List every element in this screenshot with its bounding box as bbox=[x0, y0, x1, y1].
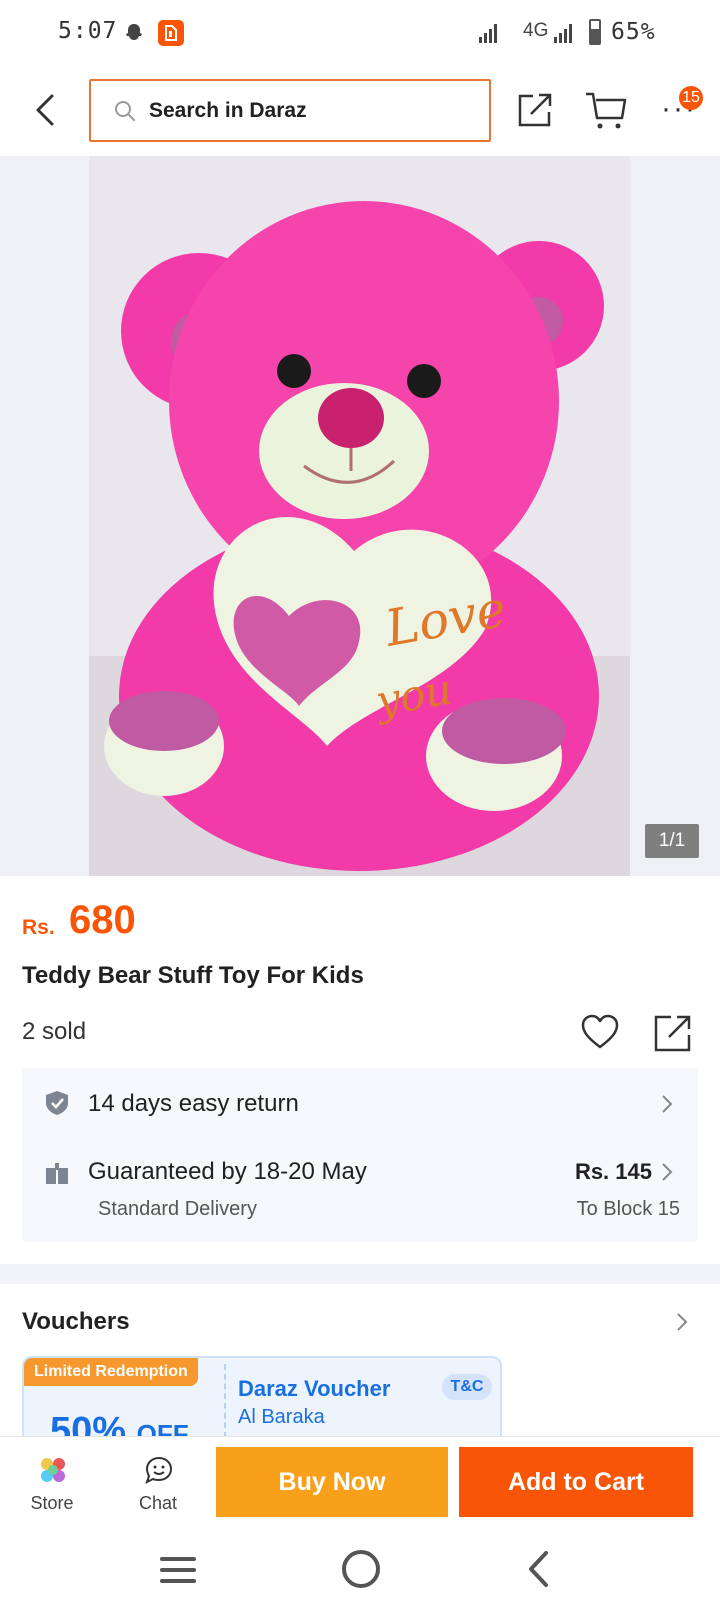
status-bar: 5:07 4G 65% bbox=[0, 0, 720, 66]
chevron-right-icon[interactable] bbox=[676, 1312, 688, 1332]
store-icon bbox=[41, 1458, 65, 1482]
limited-redemption-badge: Limited Redemption bbox=[24, 1358, 198, 1386]
voucher-name: Daraz Voucher bbox=[238, 1376, 391, 1401]
signal-icon bbox=[554, 24, 572, 43]
status-time: 5:07 bbox=[58, 18, 118, 44]
battery-percent: 65% bbox=[611, 19, 656, 45]
chevron-right-icon bbox=[662, 1095, 673, 1113]
system-nav-bar bbox=[0, 1530, 720, 1612]
price-value: 680 bbox=[69, 898, 136, 942]
chat-button[interactable]: Chat bbox=[128, 1449, 188, 1519]
terms-button[interactable]: T&C bbox=[442, 1374, 492, 1400]
vouchers-heading: Vouchers bbox=[22, 1308, 130, 1335]
buy-now-button[interactable]: Buy Now bbox=[216, 1447, 448, 1517]
delivery-guarantee-text: Guaranteed by 18-20 May bbox=[88, 1158, 367, 1185]
delivery-destination: To Block 15 bbox=[576, 1198, 680, 1220]
store-button[interactable]: Store bbox=[22, 1449, 82, 1519]
price-currency: Rs. bbox=[22, 916, 55, 939]
sold-count: 2 sold bbox=[22, 1018, 87, 1045]
battery-icon bbox=[589, 19, 601, 45]
daraz-app-icon bbox=[158, 20, 184, 46]
top-header: Search in Daraz ··· 15 bbox=[0, 66, 720, 156]
delivery-row[interactable]: Guaranteed by 18-20 May Standard Deliver… bbox=[22, 1138, 698, 1242]
product-image: Love you bbox=[89, 156, 630, 876]
share-icon[interactable] bbox=[652, 1012, 694, 1054]
image-counter: 1/1 bbox=[645, 824, 699, 858]
delivery-fee: Rs. 145 bbox=[574, 1159, 652, 1184]
heart-icon[interactable] bbox=[580, 1012, 620, 1052]
search-placeholder: Search in Daraz bbox=[149, 99, 307, 122]
return-policy-row[interactable]: 14 days easy return bbox=[22, 1068, 698, 1138]
product-title: Teddy Bear Stuff Toy For Kids bbox=[22, 962, 364, 989]
voucher-discount-value: 50% bbox=[50, 1410, 127, 1436]
signal-icon bbox=[479, 24, 497, 43]
search-icon bbox=[115, 101, 135, 121]
voucher-discount-suffix: OFF bbox=[136, 1419, 189, 1436]
back-icon[interactable] bbox=[526, 1550, 550, 1588]
network-type: 4G bbox=[523, 20, 549, 41]
menu-icon[interactable] bbox=[160, 1554, 196, 1586]
cart-icon[interactable] bbox=[584, 88, 628, 132]
service-info-card: 14 days easy return Guaranteed by 18-20 … bbox=[22, 1068, 698, 1242]
bottom-action-bar: Store Chat Buy Now Add to Cart bbox=[0, 1436, 720, 1530]
product-image-gallery[interactable]: Love you 1/1 bbox=[0, 156, 720, 876]
voucher-discount: 50% OFF bbox=[50, 1410, 189, 1436]
section-divider bbox=[0, 1264, 720, 1284]
voucher-separator bbox=[224, 1364, 226, 1436]
voucher-card[interactable]: Limited Redemption 50% OFF Daraz Voucher… bbox=[22, 1356, 502, 1436]
home-icon[interactable] bbox=[342, 1550, 380, 1588]
share-icon[interactable] bbox=[515, 90, 555, 130]
add-to-cart-button[interactable]: Add to Cart bbox=[459, 1447, 693, 1517]
search-input[interactable]: Search in Daraz bbox=[89, 79, 491, 142]
chat-icon bbox=[145, 1456, 173, 1484]
delivery-box-icon bbox=[46, 1163, 68, 1184]
chat-label: Chat bbox=[138, 1493, 178, 1513]
snapchat-icon bbox=[126, 24, 142, 40]
chevron-right-icon bbox=[662, 1163, 673, 1181]
delivery-type-text: Standard Delivery bbox=[98, 1198, 257, 1220]
voucher-store: Al Baraka bbox=[238, 1406, 325, 1428]
more-menu-button[interactable]: ··· 15 bbox=[655, 86, 705, 130]
notification-badge: 15 bbox=[679, 86, 703, 110]
return-policy-text: 14 days easy return bbox=[88, 1090, 299, 1117]
store-label: Store bbox=[30, 1493, 74, 1513]
shield-check-icon bbox=[46, 1091, 68, 1115]
back-arrow-icon[interactable] bbox=[28, 88, 64, 132]
